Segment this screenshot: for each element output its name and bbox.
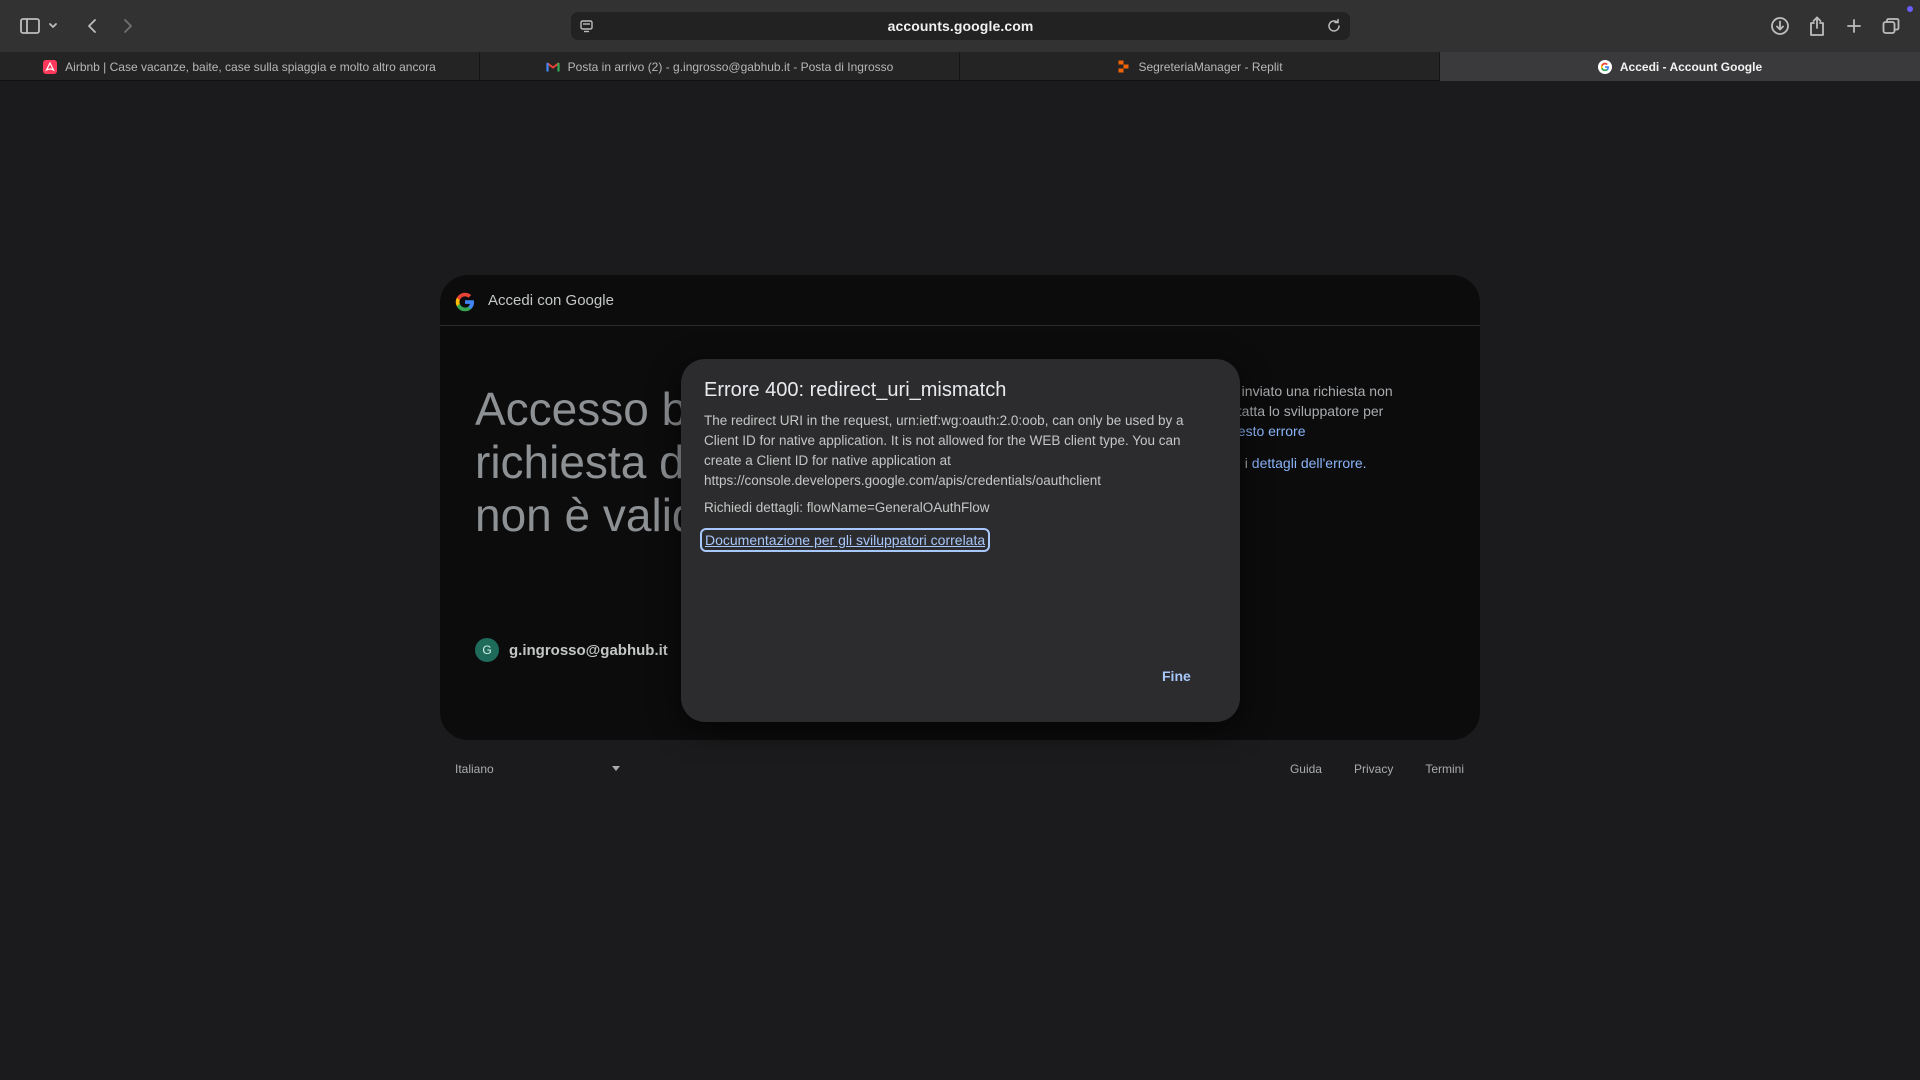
forward-icon[interactable]	[114, 12, 142, 40]
tab-label: SegreteriaManager - Replit	[1138, 59, 1283, 74]
browser-toolbar: accounts.google.com	[0, 0, 1920, 52]
page-settings-icon[interactable]	[579, 18, 595, 34]
dialog-body-line: Client ID for native application. It is …	[704, 433, 1181, 448]
avatar: G	[475, 638, 499, 662]
gmail-icon	[546, 60, 560, 74]
error-dialog: Errore 400: redirect_uri_mismatch The re…	[681, 359, 1240, 722]
tab-google-account[interactable]: Accedi - Account Google	[1440, 52, 1920, 81]
dialog-title: Errore 400: redirect_uri_mismatch	[704, 379, 1007, 401]
developer-docs-link[interactable]: Documentazione per gli sviluppatori corr…	[700, 528, 991, 552]
chevron-down-icon[interactable]	[46, 12, 60, 40]
airbnb-icon	[43, 59, 58, 74]
tab-label: Accedi - Account Google	[1619, 59, 1763, 74]
error-info-link[interactable]: uesto errore	[1230, 421, 1470, 441]
card-header: Accedi con Google	[440, 275, 1480, 326]
error-description: a inviato una richiesta non ntatta lo sv…	[1230, 381, 1470, 441]
new-tab-icon[interactable]	[1840, 12, 1868, 40]
address-text: accounts.google.com	[887, 18, 1034, 34]
error-details-link[interactable]: dettagli dell'errore.	[1252, 455, 1367, 471]
tab-airbnb[interactable]: Airbnb | Case vacanze, baite, case sulla…	[0, 52, 480, 81]
tab-label: Posta in arrivo (2) - g.ingrosso@gabhub.…	[567, 59, 894, 74]
google-icon	[1597, 59, 1612, 74]
done-button[interactable]: Fine	[1162, 668, 1191, 684]
tab-replit[interactable]: SegreteriaManager - Replit	[960, 52, 1440, 81]
caret-down-icon[interactable]	[612, 766, 620, 771]
replit-icon	[1116, 60, 1130, 74]
footer-links: Guida Privacy Termini	[1290, 762, 1464, 776]
notification-dot	[1907, 6, 1913, 12]
error-details-line: di i dettagli dell'errore.	[1230, 455, 1367, 471]
back-icon[interactable]	[78, 12, 106, 40]
error-text-line: a inviato una richiesta non	[1230, 383, 1393, 399]
dialog-request-details: Richiedi dettagli: flowName=GeneralOAuth…	[704, 500, 990, 515]
account-email: g.ingrosso@gabhub.it	[509, 641, 668, 659]
dialog-body-line: create a Client ID for native applicatio…	[704, 453, 951, 468]
google-logo-icon	[455, 292, 474, 312]
account-chip[interactable]: G g.ingrosso@gabhub.it	[475, 638, 668, 662]
tab-gmail[interactable]: Posta in arrivo (2) - g.ingrosso@gabhub.…	[480, 52, 960, 81]
tab-overview-icon[interactable]	[1877, 12, 1905, 40]
tab-bar: Airbnb | Case vacanze, baite, case sulla…	[0, 52, 1920, 81]
address-bar[interactable]: accounts.google.com	[571, 12, 1350, 40]
card-header-title: Accedi con Google	[488, 292, 614, 309]
footer-link-terms[interactable]: Termini	[1425, 762, 1464, 776]
downloads-icon[interactable]	[1766, 12, 1794, 40]
footer-link-help[interactable]: Guida	[1290, 762, 1322, 776]
tab-label: Airbnb | Case vacanze, baite, case sulla…	[65, 59, 436, 74]
language-select[interactable]: Italiano	[455, 762, 494, 776]
dialog-body-line: https://console.developers.google.com/ap…	[704, 473, 1101, 488]
dialog-body: The redirect URI in the request, urn:iet…	[704, 411, 1219, 491]
sidebar-toggle-icon[interactable]	[16, 12, 44, 40]
footer-link-privacy[interactable]: Privacy	[1354, 762, 1393, 776]
share-icon[interactable]	[1803, 12, 1831, 40]
error-text-line: ntatta lo sviluppatore per	[1230, 403, 1384, 419]
dialog-body-line: The redirect URI in the request, urn:iet…	[704, 413, 1184, 428]
reload-icon[interactable]	[1326, 18, 1342, 34]
